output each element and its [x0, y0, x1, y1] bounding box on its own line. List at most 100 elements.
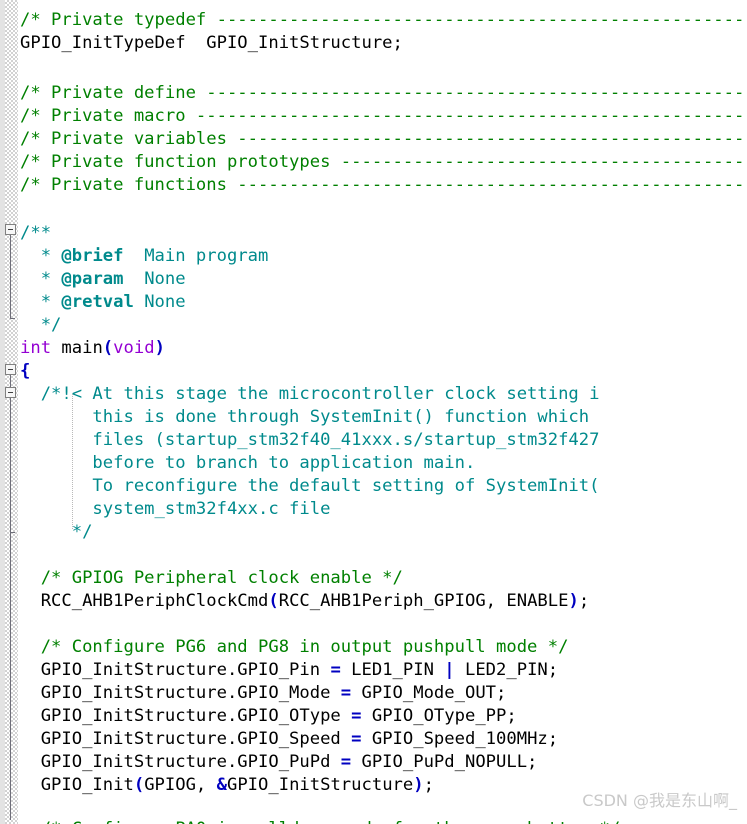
fold-doc-comment[interactable]: [5, 224, 16, 235]
line-private-function-prototypes-comment[interactable]: /* Private function prototypes ---------…: [20, 151, 747, 174]
code-token: system_stm32f4xx.c file: [20, 499, 331, 519]
line-inline-doc-5[interactable]: To reconfigure the default setting of Sy…: [20, 475, 599, 498]
editor-gutter[interactable]: [0, 0, 20, 824]
line-gpio-init-call[interactable]: GPIO_Init(GPIOG, &GPIO_InitStructure);: [20, 774, 434, 797]
line-gpio-inittypedef-decl[interactable]: GPIO_InitTypeDef GPIO_InitStructure;: [20, 32, 403, 55]
fold-main-brace[interactable]: [5, 364, 16, 375]
code-token: (: [102, 338, 114, 358]
code-token: GPIO_Speed_100MHz;: [361, 729, 559, 749]
line-private-macro-comment[interactable]: /* Private macro -----------------------…: [20, 105, 747, 128]
code-token: /* Private functions -------------------…: [20, 175, 747, 195]
code-token: ): [413, 775, 424, 795]
line-rcc-clock-cmd[interactable]: RCC_AHB1PeriphClockCmd(RCC_AHB1Periph_GP…: [20, 590, 590, 613]
fold-doc-comment-foot: [10, 318, 15, 319]
code-token: files (startup_stm32f40_41xxx.s/startup_…: [20, 430, 600, 450]
line-configure-pins-comment[interactable]: /* Configure PG6 and PG8 in output pushp…: [20, 636, 569, 659]
indent-guide-inline-comment: [72, 394, 73, 530]
line-doc-comment-open[interactable]: /**: [20, 222, 51, 245]
line-private-variables-comment[interactable]: /* Private variables -------------------…: [20, 128, 747, 151]
line-gpio-speed-assign[interactable]: GPIO_InitStructure.GPIO_Speed = GPIO_Spe…: [20, 728, 558, 751]
code-token: /* Configure PG6 and PG8 in output pushp…: [20, 637, 569, 657]
code-token: @brief: [61, 246, 124, 266]
code-token: RCC_AHB1Periph_GPIOG, ENABLE: [278, 591, 569, 611]
code-token: /* Configure PA0 in pulldown mode for th…: [20, 819, 620, 824]
gutter-hatch-pattern: [5, 0, 18, 824]
code-editor[interactable]: /* Private typedef ---------------------…: [0, 0, 747, 824]
code-token: main: [51, 338, 103, 358]
code-token: None: [123, 269, 186, 289]
line-doc-comment-close[interactable]: */: [20, 314, 62, 337]
code-token: =: [340, 752, 352, 772]
code-token: GPIO_Init: [20, 775, 134, 795]
code-token: /**: [20, 223, 52, 243]
line-inline-doc-3[interactable]: files (startup_stm32f40_41xxx.s/startup_…: [20, 429, 599, 452]
code-token: GPIO_InitStructure.GPIO_Mode: [20, 683, 341, 703]
code-token: GPIO_InitTypeDef GPIO_InitStructure;: [20, 33, 403, 53]
line-private-typedef-comment[interactable]: /* Private typedef ---------------------…: [20, 9, 747, 32]
line-gpio-otype-assign[interactable]: GPIO_InitStructure.GPIO_OType = GPIO_OTy…: [20, 705, 517, 728]
line-inline-doc-4[interactable]: before to branch to application main.: [20, 452, 475, 475]
code-token: {: [20, 361, 31, 381]
code-token: GPIO_OType_PP;: [361, 706, 517, 726]
code-token: GPIO_InitStructure.GPIO_PuPd: [20, 752, 341, 772]
code-token: None: [133, 292, 186, 312]
line-doc-brief[interactable]: * @brief Main program: [20, 245, 269, 268]
code-token: /* Private function prototypes ---------…: [20, 152, 747, 172]
code-token: =: [351, 729, 362, 749]
gutter-right-margin: [18, 0, 19, 824]
line-doc-param[interactable]: * @param None: [20, 268, 186, 291]
fold-inline-comment[interactable]: [5, 387, 16, 398]
code-token: /* Private define ----------------------…: [20, 83, 747, 103]
fold-inline-comment-foot: [10, 532, 15, 533]
fold-doc-comment-line: [10, 235, 11, 318]
code-token: @param: [61, 269, 124, 289]
line-doc-retval[interactable]: * @retval None: [20, 291, 186, 314]
line-inline-doc-6[interactable]: system_stm32f4xx.c file: [20, 498, 330, 521]
code-token: Main program: [123, 246, 269, 266]
line-inline-doc-2[interactable]: this is done through SystemInit() functi…: [20, 406, 589, 429]
line-gpio-pupd-assign[interactable]: GPIO_InitStructure.GPIO_PuPd = GPIO_PuPd…: [20, 751, 538, 774]
code-token: RCC_AHB1PeriphClockCmd: [20, 591, 269, 611]
code-token: LED1_PIN: [340, 660, 445, 680]
code-token: before to branch to application main.: [20, 453, 476, 473]
fold-inline-comment-line: [10, 398, 11, 532]
line-main-signature[interactable]: int main(void): [20, 337, 165, 360]
code-token: this is done through SystemInit() functi…: [20, 407, 590, 427]
line-gpio-mode-assign[interactable]: GPIO_InitStructure.GPIO_Mode = GPIO_Mode…: [20, 682, 507, 705]
code-token: void: [113, 338, 155, 358]
code-token: GPIO_Mode_OUT;: [351, 683, 507, 703]
code-token: *: [20, 246, 62, 266]
code-token: int: [20, 338, 52, 358]
code-content[interactable]: /* Private typedef ---------------------…: [20, 0, 747, 824]
line-private-define-comment[interactable]: /* Private define ----------------------…: [20, 82, 747, 105]
code-token: =: [351, 706, 362, 726]
line-inline-doc-close[interactable]: */: [20, 521, 93, 544]
csdn-watermark: CSDN @我是东山啊_: [582, 791, 737, 810]
code-token: ;: [423, 775, 434, 795]
line-private-functions-comment[interactable]: /* Private functions -------------------…: [20, 174, 747, 197]
code-token: GPIO_InitStructure.GPIO_Pin: [20, 660, 331, 680]
line-gpio-pin-assign[interactable]: GPIO_InitStructure.GPIO_Pin = LED1_PIN |…: [20, 659, 558, 682]
code-token: GPIO_InitStructure.GPIO_Speed: [20, 729, 352, 749]
code-token: /* Private macro -----------------------…: [20, 106, 747, 126]
code-token: */: [20, 522, 93, 542]
code-token: *: [20, 292, 62, 312]
code-token: GPIO_PuPd_NOPULL;: [351, 752, 538, 772]
code-token: /* Private typedef ---------------------…: [20, 10, 747, 30]
code-token: ;: [578, 591, 590, 611]
code-token: *: [20, 269, 62, 289]
code-token: LED2_PIN;: [454, 660, 559, 680]
code-token: (: [268, 591, 279, 611]
code-token: /* Private variables -------------------…: [20, 129, 747, 149]
line-gpiog-clock-comment[interactable]: /* GPIOG Peripheral clock enable */: [20, 567, 403, 590]
code-token: GPIO_InitStructure.GPIO_OType: [20, 706, 352, 726]
code-token: /* GPIOG Peripheral clock enable */: [20, 568, 403, 588]
line-main-open-brace[interactable]: {: [20, 360, 30, 383]
line-inline-doc-1[interactable]: /*!< At this stage the microcontroller c…: [20, 383, 600, 406]
code-token: =: [330, 660, 341, 680]
code-token: GPIOG,: [144, 775, 217, 795]
code-token: To reconfigure the default setting of Sy…: [20, 476, 600, 496]
line-clipped-bottom-comment[interactable]: /* Configure PA0 in pulldown mode for th…: [20, 818, 620, 824]
code-token: ): [154, 338, 165, 358]
code-token: &: [216, 775, 227, 795]
